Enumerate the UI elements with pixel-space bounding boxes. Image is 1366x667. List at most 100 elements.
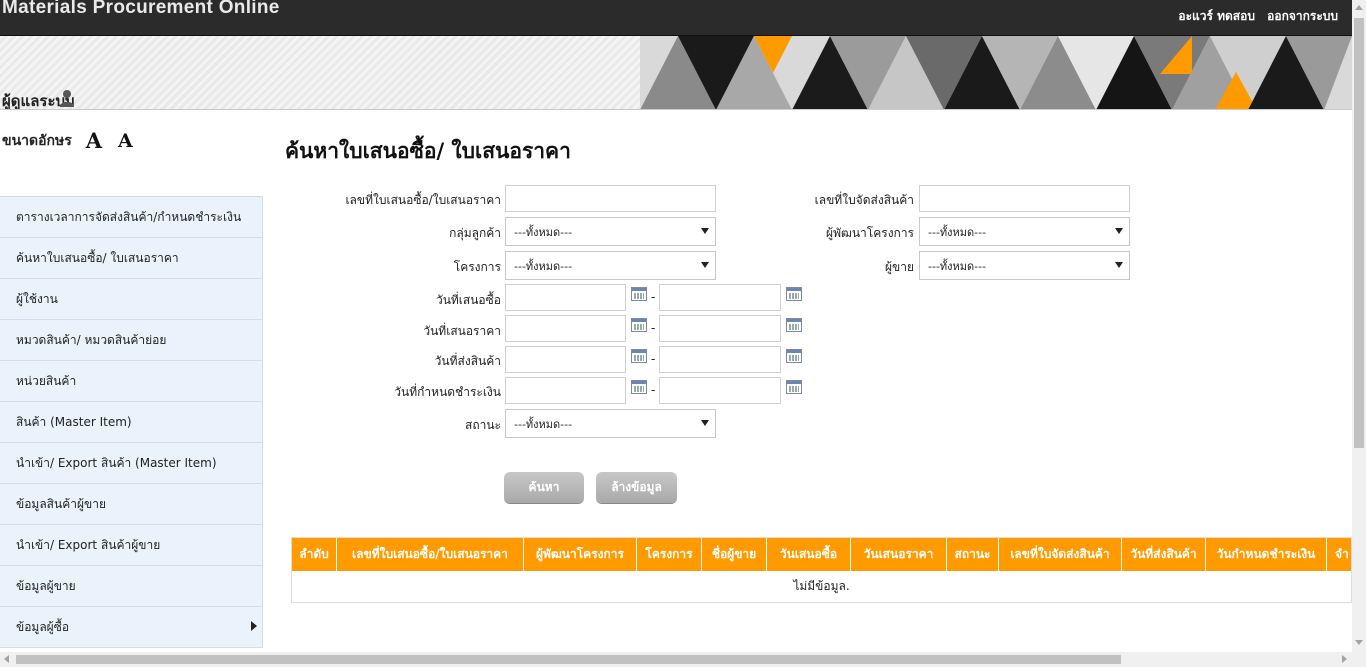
po-number-label: เลขที่ใบเสนอซื้อ/ใบเสนอราคา — [345, 193, 501, 207]
app-title: Materials Procurement Online — [2, 0, 280, 18]
user-icon — [59, 90, 74, 107]
column-header-po-number[interactable]: เลขที่ใบเสนอซื้อ/ใบเสนอราคา — [337, 538, 524, 571]
sidebar-item-users[interactable]: ผู้ใช้งาน — [0, 279, 263, 320]
payment-due-from-input[interactable] — [505, 377, 626, 404]
results-table: ลำดับ เลขที่ใบเสนอซื้อ/ใบเสนอราคา ผู้พัฒ… — [291, 537, 1352, 603]
customer-group-select[interactable]: ---ทั้งหมด--- — [505, 217, 716, 246]
calendar-icon[interactable] — [786, 287, 802, 301]
column-header-po-date[interactable]: วันเสนอซื้อ — [767, 538, 851, 571]
column-header-no[interactable]: ลำดับ — [292, 538, 337, 571]
delivery-date-from-input[interactable] — [505, 346, 626, 373]
developer-value: ---ทั้งหมด--- — [928, 225, 987, 239]
page-title: ค้นหาใบเสนอซื้อ/ ใบเสนอราคา — [285, 139, 571, 163]
font-decrease-icon[interactable]: A — [118, 130, 133, 152]
font-size-label: ขนาดอักษร — [2, 132, 72, 149]
user-links: อะแวร์ ทดสอบ ออกจากระบบ — [1170, 7, 1338, 26]
calendar-icon[interactable] — [786, 318, 802, 332]
sidebar-item-label: ค้นหาใบเสนอซื้อ/ ใบเสนอราคา — [16, 250, 179, 265]
sidebar-item-units[interactable]: หน่วยสินค้า — [0, 361, 263, 402]
top-bar: Materials Procurement Online อะแวร์ ทดสอ… — [0, 0, 1352, 36]
scroll-left-icon[interactable] — [4, 655, 9, 663]
range-separator: - — [651, 290, 656, 304]
column-header-quote-date[interactable]: วันเสนอราคา — [851, 538, 947, 571]
sidebar-item-seller-products[interactable]: ข้อมูลสินค้าผู้ขาย — [0, 484, 263, 525]
column-header-status[interactable]: สถานะ — [947, 538, 999, 571]
chevron-down-icon — [701, 262, 709, 268]
sidebar-item-search-quotation[interactable]: ค้นหาใบเสนอซื้อ/ ใบเสนอราคา — [0, 238, 263, 279]
sidebar-item-label: นำเข้า/ Export สินค้า (Master Item) — [16, 455, 217, 470]
column-header-delivery-no[interactable]: เลขที่ใบจัดส่งสินค้า — [999, 538, 1122, 571]
chevron-down-icon — [1115, 228, 1123, 234]
delivery-no-input[interactable] — [919, 185, 1130, 212]
quote-date-to-input[interactable] — [659, 315, 781, 342]
calendar-icon[interactable] — [631, 380, 647, 394]
font-increase-icon[interactable]: A — [86, 128, 102, 153]
sidebar-item-label: ข้อมูลสินค้าผู้ขาย — [16, 496, 106, 511]
scroll-up-icon[interactable] — [1355, 5, 1363, 10]
developer-select[interactable]: ---ทั้งหมด--- — [919, 217, 1130, 246]
delivery-date-label: วันที่ส่งสินค้า — [434, 354, 501, 368]
search-button[interactable]: ค้นหา — [504, 472, 584, 503]
vertical-scrollbar[interactable] — [1352, 0, 1366, 652]
delivery-date-to-input[interactable] — [659, 346, 781, 373]
payment-due-label: วันที่กำหนดชำระเงิน — [394, 385, 501, 399]
calendar-icon[interactable] — [786, 380, 802, 394]
sidebar-item-import-master-item[interactable]: นำเข้า/ Export สินค้า (Master Item) — [0, 443, 263, 484]
logout-link[interactable]: ออกจากระบบ — [1267, 9, 1338, 23]
font-size-control: ขนาดอักษร A A — [2, 128, 133, 153]
section-title: ผู้ดูแลระบบ — [2, 89, 75, 109]
payment-due-to-input[interactable] — [659, 377, 781, 404]
po-date-to-input[interactable] — [659, 284, 781, 311]
project-label: โครงการ — [453, 260, 501, 274]
developer-label: ผู้พัฒนาโครงการ — [826, 226, 914, 240]
sidebar-item-categories[interactable]: หมวดสินค้า/ หมวดสินค้าย่อย — [0, 320, 263, 361]
sidebar-item-import-seller-products[interactable]: นำเข้า/ Export สินค้าผู้ขาย — [0, 525, 263, 566]
sidebar-item-sellers[interactable]: ข้อมูลผู้ขาย — [0, 566, 263, 607]
column-header-amount[interactable]: จำ — [1327, 538, 1351, 571]
po-number-input[interactable] — [505, 185, 716, 212]
sidebar-item-buyers[interactable]: ข้อมูลผู้ซื้อ — [0, 607, 263, 648]
sidebar-item-label: ข้อมูลผู้ซื้อ — [16, 619, 70, 634]
column-header-developer[interactable]: ผู้พัฒนาโครงการ — [524, 538, 637, 571]
range-separator: - — [651, 352, 656, 366]
delivery-no-label: เลขที่ใบจัดส่งสินค้า — [814, 193, 914, 207]
calendar-icon[interactable] — [786, 349, 802, 363]
customer-group-label: กลุ่มลูกค้า — [449, 226, 501, 240]
vertical-scroll-thumb[interactable] — [1354, 18, 1364, 448]
horizontal-scrollbar[interactable] — [0, 652, 1366, 667]
column-header-project[interactable]: โครงการ — [637, 538, 702, 571]
sidebar-item-label: ผู้ใช้งาน — [16, 291, 58, 306]
header-banner: ผู้ดูแลระบบ — [0, 36, 1352, 110]
chevron-down-icon — [1115, 262, 1123, 268]
sidebar-item-master-item[interactable]: สินค้า (Master Item) — [0, 402, 263, 443]
calendar-icon[interactable] — [631, 287, 647, 301]
calendar-icon[interactable] — [631, 349, 647, 363]
sidebar-item-delivery-schedule[interactable]: ตารางเวลาการจัดส่งสินค้า/กำหนดชำระเงิน — [0, 197, 263, 238]
seller-value: ---ทั้งหมด--- — [928, 259, 987, 273]
horizontal-scroll-thumb[interactable] — [16, 655, 1121, 664]
calendar-icon[interactable] — [631, 318, 647, 332]
customer-group-value: ---ทั้งหมด--- — [514, 225, 573, 239]
quote-date-label: วันที่เสนอราคา — [423, 324, 501, 338]
column-header-payment-due[interactable]: วันกำหนดชำระเงิน — [1206, 538, 1327, 571]
project-select[interactable]: ---ทั้งหมด--- — [505, 251, 716, 280]
column-header-seller-name[interactable]: ชื่อผู้ขาย — [702, 538, 767, 571]
chevron-down-icon — [701, 420, 709, 426]
quote-date-from-input[interactable] — [505, 315, 626, 342]
sidebar-item-label: ตารางเวลาการจัดส่งสินค้า/กำหนดชำระเงิน — [16, 209, 242, 224]
submenu-arrow-icon — [251, 621, 257, 631]
banner-graphic — [640, 36, 1352, 109]
po-date-from-input[interactable] — [505, 284, 626, 311]
status-select[interactable]: ---ทั้งหมด--- — [505, 409, 716, 438]
sidebar-menu: ตารางเวลาการจัดส่งสินค้า/กำหนดชำระเงิน ค… — [0, 196, 263, 648]
seller-select[interactable]: ---ทั้งหมด--- — [919, 251, 1130, 280]
chevron-down-icon — [701, 228, 709, 234]
table-header: ลำดับ เลขที่ใบเสนอซื้อ/ใบเสนอราคา ผู้พัฒ… — [292, 538, 1351, 571]
scroll-down-icon[interactable] — [1355, 640, 1363, 645]
seller-label: ผู้ขาย — [884, 260, 914, 274]
user-name-link[interactable]: อะแวร์ ทดสอบ — [1178, 9, 1255, 23]
clear-button[interactable]: ล้างข้อมูล — [596, 472, 677, 503]
column-header-delivery-date[interactable]: วันที่ส่งสินค้า — [1122, 538, 1206, 571]
sidebar-item-label: ข้อมูลผู้ขาย — [16, 578, 76, 593]
scroll-right-icon[interactable] — [1342, 655, 1347, 663]
